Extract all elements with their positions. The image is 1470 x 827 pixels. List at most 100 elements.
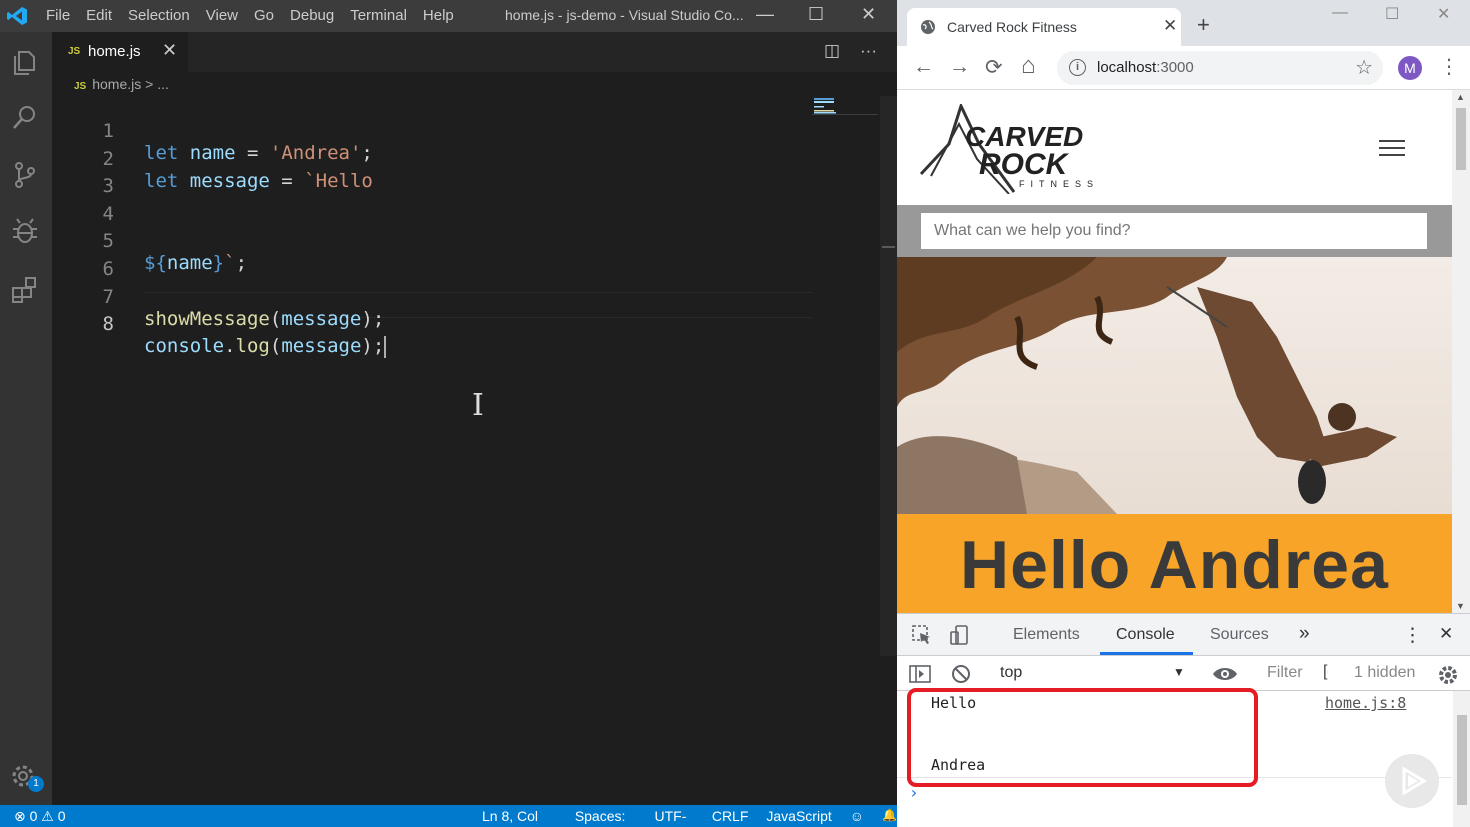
feedback-smiley-icon[interactable]: ☺ xyxy=(850,808,864,827)
filter-levels-bracket[interactable]: [ xyxy=(1323,663,1327,681)
menu-view[interactable]: View xyxy=(206,7,238,24)
vscode-window: File Edit Selection View Go Debug Termin… xyxy=(0,0,897,827)
devtools-close-icon[interactable]: ✕ xyxy=(1439,624,1453,644)
console-toolbar: top ▼ Filter [ 1 hidden xyxy=(897,656,1470,691)
url-text: localhost:3000 xyxy=(1097,59,1194,76)
extensions-icon[interactable] xyxy=(9,274,41,306)
debug-icon[interactable] xyxy=(9,215,41,247)
more-tabs-icon[interactable]: » xyxy=(1299,623,1310,645)
indentation[interactable]: Spaces: 4 xyxy=(575,808,637,827)
console-settings-gear-icon[interactable] xyxy=(1437,664,1459,686)
menu-debug[interactable]: Debug xyxy=(290,7,334,24)
address-bar[interactable]: i localhost:3000 ☆ xyxy=(1057,51,1383,85)
site-info-icon[interactable]: i xyxy=(1069,59,1086,76)
context-selector[interactable]: top xyxy=(1000,664,1022,682)
device-toolbar-icon[interactable] xyxy=(949,624,971,646)
code-line: 5 ${name}`; xyxy=(52,208,812,274)
play-overlay-icon[interactable] xyxy=(1385,754,1439,808)
menu-go[interactable]: Go xyxy=(254,7,274,24)
scrollbar-thumb[interactable] xyxy=(1457,715,1467,805)
devtools-panel: Elements Console Sources » ⋮ ✕ top ▼ Fil… xyxy=(897,613,1470,827)
close-button[interactable]: ✕ xyxy=(861,4,876,25)
variable: message xyxy=(281,335,362,357)
chrome-menu-icon[interactable]: ⋮ xyxy=(1439,54,1459,79)
svg-text:ROCK: ROCK xyxy=(979,148,1070,181)
active-tab-indicator xyxy=(1100,652,1193,655)
live-expression-eye-icon[interactable] xyxy=(1212,665,1238,683)
hamburger-menu-icon[interactable] xyxy=(1379,140,1405,158)
scroll-down-arrow-icon[interactable]: ▼ xyxy=(1456,601,1465,611)
globe-favicon-icon xyxy=(921,20,935,34)
menu-selection[interactable]: Selection xyxy=(128,7,190,24)
end-of-line[interactable]: CRLF xyxy=(712,808,749,827)
tab-home-js[interactable]: JS home.js ✕ xyxy=(52,32,188,72)
search-band xyxy=(897,205,1452,257)
cursor-position[interactable]: Ln 8, Col 22 xyxy=(482,808,557,827)
site-search-input[interactable] xyxy=(921,213,1427,249)
js-file-icon: JS xyxy=(68,46,81,57)
promo-banner[interactable]: Hello Andrea xyxy=(897,514,1452,613)
page-scrollbar[interactable]: ▲ ▼ xyxy=(1452,90,1470,613)
tab-sources[interactable]: Sources xyxy=(1210,626,1269,644)
browser-tab[interactable]: Carved Rock Fitness ✕ xyxy=(907,8,1181,46)
encoding[interactable]: UTF-8 xyxy=(655,808,694,827)
menu-help[interactable]: Help xyxy=(423,7,454,24)
chrome-close-button[interactable]: ✕ xyxy=(1437,4,1450,24)
problems-indicator[interactable]: ⊗ 0 ⚠ 0 xyxy=(14,808,66,825)
minimap[interactable] xyxy=(812,96,878,118)
text-cursor xyxy=(384,335,387,358)
sidebar-toggle-icon[interactable] xyxy=(909,664,931,684)
editor-scrollbar[interactable] xyxy=(880,96,897,656)
menu-edit[interactable]: Edit xyxy=(86,7,112,24)
svg-text:FITNESS: FITNESS xyxy=(1019,179,1099,189)
source-link[interactable]: home.js:8 xyxy=(1325,694,1406,712)
profile-avatar[interactable]: M xyxy=(1398,56,1422,80)
search-icon[interactable] xyxy=(9,102,41,134)
clear-console-icon[interactable] xyxy=(951,664,971,684)
scrollbar-thumb[interactable] xyxy=(1456,108,1466,170)
maximize-button[interactable]: ☐ xyxy=(808,4,824,25)
red-highlight-annotation xyxy=(907,688,1258,787)
promo-heading: Hello Andrea xyxy=(960,527,1389,603)
window-title: home.js - js-demo - Visual Studio Co... xyxy=(505,7,744,23)
bookmark-star-icon[interactable]: ☆ xyxy=(1355,55,1373,80)
console-scrollbar[interactable] xyxy=(1453,691,1470,827)
web-page: CARVED ROCK FITNESS What can we help you… xyxy=(897,90,1452,613)
inspect-element-icon[interactable] xyxy=(911,624,933,646)
more-actions-icon[interactable]: ··· xyxy=(860,41,877,61)
status-bar: ⊗ 0 ⚠ 0 Ln 8, Col 22 Spaces: 4 UTF-8 CRL… xyxy=(0,805,897,827)
carved-rock-logo[interactable]: CARVED ROCK FITNESS xyxy=(919,104,1109,194)
punctuation: ); xyxy=(361,335,385,357)
code-line: 3 xyxy=(52,153,812,197)
back-button[interactable]: ← xyxy=(913,55,934,79)
site-header: CARVED ROCK FITNESS xyxy=(897,90,1452,205)
reload-button[interactable]: ⟳ xyxy=(985,55,1003,80)
scroll-up-arrow-icon[interactable]: ▲ xyxy=(1456,92,1465,102)
forward-button[interactable]: → xyxy=(949,55,970,79)
language-mode[interactable]: JavaScript xyxy=(766,808,831,827)
tab-close-icon[interactable]: ✕ xyxy=(1163,16,1177,36)
menu-terminal[interactable]: Terminal xyxy=(350,7,407,24)
console-filter-input[interactable]: Filter xyxy=(1267,664,1303,682)
chrome-maximize-button[interactable]: ☐ xyxy=(1385,4,1399,24)
minimize-button[interactable]: — xyxy=(756,4,774,25)
breadcrumb-js-icon: JS xyxy=(74,81,87,92)
tab-close-icon[interactable]: ✕ xyxy=(162,40,177,61)
tab-console[interactable]: Console xyxy=(1116,626,1175,644)
explorer-icon[interactable] xyxy=(9,46,41,78)
home-button[interactable]: ⌂ xyxy=(1021,52,1036,80)
breadcrumb[interactable]: JS home.js > ... xyxy=(74,76,169,92)
vscode-logo-icon xyxy=(7,7,27,25)
split-editor-icon[interactable]: ◫ xyxy=(824,41,840,61)
code-editor[interactable]: 1 let name = 'Andrea'; 2 let message = `… xyxy=(52,96,897,805)
context-dropdown-icon[interactable]: ▼ xyxy=(1173,665,1185,679)
notifications-bell-icon[interactable]: 🔔 xyxy=(882,808,897,827)
code-line: 8 console.log(message); xyxy=(52,291,812,358)
source-control-icon[interactable] xyxy=(9,159,41,191)
tab-elements[interactable]: Elements xyxy=(1013,626,1080,644)
new-tab-button[interactable]: + xyxy=(1197,12,1210,38)
menu-file[interactable]: File xyxy=(46,7,70,24)
devtools-menu-icon[interactable]: ⋮ xyxy=(1403,624,1422,647)
scrollbar-thumb[interactable] xyxy=(882,246,895,248)
chrome-minimize-button[interactable]: — xyxy=(1332,4,1348,22)
